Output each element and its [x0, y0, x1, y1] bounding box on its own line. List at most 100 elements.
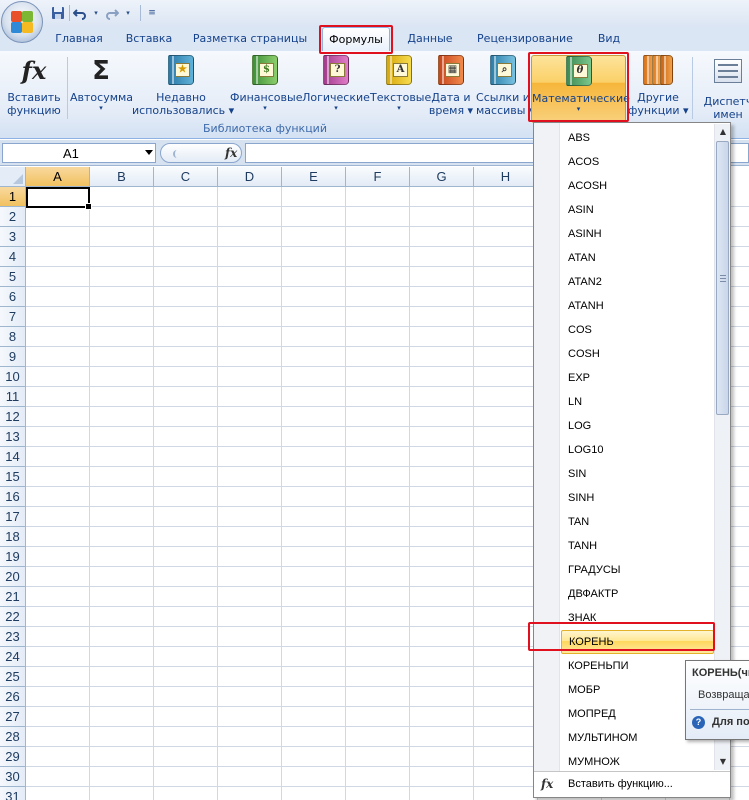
row-header-24[interactable]: 24: [0, 647, 26, 667]
help-icon[interactable]: ?: [692, 716, 705, 729]
row-header-12[interactable]: 12: [0, 407, 26, 427]
autosum-button[interactable]: Σ Автосумма ▾: [70, 55, 133, 123]
menu-item-2[interactable]: ACOSH: [561, 174, 714, 198]
name-manager-button[interactable]: Диспетч имен: [698, 55, 749, 123]
menu-item-15[interactable]: SINH: [561, 486, 714, 510]
select-all-corner[interactable]: [0, 167, 26, 187]
row-header-20[interactable]: 20: [0, 567, 26, 587]
lookup-reference-label-1: Ссылки и: [476, 91, 530, 104]
row-header-10[interactable]: 10: [0, 367, 26, 387]
menu-item-3[interactable]: ASIN: [561, 198, 714, 222]
menu-item-4[interactable]: ASINH: [561, 222, 714, 246]
tab-data[interactable]: Данные: [398, 27, 462, 51]
column-header-h[interactable]: H: [474, 167, 538, 187]
tooltip-help-link[interactable]: Для по: [712, 716, 749, 728]
row-header-16[interactable]: 16: [0, 487, 26, 507]
scroll-down-icon[interactable]: ▼: [715, 754, 731, 770]
column-header-a[interactable]: A: [26, 167, 90, 187]
tab-review[interactable]: Рецензирование: [468, 27, 582, 51]
row-header-21[interactable]: 21: [0, 587, 26, 607]
menu-item-7[interactable]: ATANH: [561, 294, 714, 318]
row-header-17[interactable]: 17: [0, 507, 26, 527]
column-header-f[interactable]: F: [346, 167, 410, 187]
row-header-11[interactable]: 11: [0, 387, 26, 407]
row-header-25[interactable]: 25: [0, 667, 26, 687]
menu-item-10[interactable]: EXP: [561, 366, 714, 390]
row-header-9[interactable]: 9: [0, 347, 26, 367]
row-header-18[interactable]: 18: [0, 527, 26, 547]
menu-item-11[interactable]: LN: [561, 390, 714, 414]
row-header-31[interactable]: 31: [0, 787, 26, 800]
active-cell-a1[interactable]: [26, 187, 92, 210]
row-header-19[interactable]: 19: [0, 547, 26, 567]
logical-button[interactable]: ? Логические ▾: [302, 55, 370, 123]
customize-qa-icon[interactable]: ≡: [144, 5, 160, 21]
menu-item-18[interactable]: ГРАДУСЫ: [561, 558, 714, 582]
menu-item-1[interactable]: ACOS: [561, 150, 714, 174]
row-header-26[interactable]: 26: [0, 687, 26, 707]
column-header-c[interactable]: C: [154, 167, 218, 187]
date-time-button[interactable]: ▦ Дата и время ▾: [428, 55, 474, 123]
row-header-8[interactable]: 8: [0, 327, 26, 347]
insert-function-button[interactable]: fx Вставить функцию: [4, 55, 64, 123]
text-button[interactable]: A Текстовые ▾: [370, 55, 431, 123]
column-header-d[interactable]: D: [218, 167, 282, 187]
row-header-14[interactable]: 14: [0, 447, 26, 467]
redo-icon[interactable]: [104, 5, 120, 21]
row-header-7[interactable]: 7: [0, 307, 26, 327]
row-header-22[interactable]: 22: [0, 607, 26, 627]
name-box[interactable]: A1: [2, 143, 156, 163]
office-button[interactable]: [1, 1, 43, 43]
redo-dropdown-icon[interactable]: ▾: [120, 5, 136, 21]
math-trig-button[interactable]: θ Математические ▾: [531, 55, 630, 123]
row-header-6[interactable]: 6: [0, 287, 26, 307]
tab-view[interactable]: Вид: [586, 27, 632, 51]
recently-used-button[interactable]: ★ Недавно использовались ▾: [132, 55, 234, 123]
insert-function-fx-icon[interactable]: fx: [225, 146, 237, 160]
tab-formulas[interactable]: Формулы: [322, 27, 390, 51]
tab-page-layout[interactable]: Разметка страницы: [188, 27, 312, 51]
lookup-reference-button[interactable]: ⌕ Ссылки и массивы ▾: [476, 55, 534, 123]
expand-grip-icon[interactable]: [173, 150, 181, 158]
row-header-28[interactable]: 28: [0, 727, 26, 747]
scroll-thumb[interactable]: [716, 141, 729, 415]
menu-item-13[interactable]: LOG10: [561, 438, 714, 462]
menu-item-21[interactable]: КОРЕНЬ: [561, 630, 714, 654]
menu-item-12[interactable]: LOG: [561, 414, 714, 438]
name-box-dropdown-icon[interactable]: [145, 150, 153, 155]
insert-function-menu-item[interactable]: fx Вставить функцию...: [534, 771, 730, 797]
row-header-30[interactable]: 30: [0, 767, 26, 787]
more-functions-button[interactable]: Другие функции ▾: [628, 55, 689, 123]
undo-icon[interactable]: [72, 5, 88, 21]
menu-item-6[interactable]: ATAN2: [561, 270, 714, 294]
menu-item-19[interactable]: ДВФАКТР: [561, 582, 714, 606]
row-header-15[interactable]: 15: [0, 467, 26, 487]
row-header-1[interactable]: 1: [0, 187, 26, 207]
column-header-g[interactable]: G: [410, 167, 474, 187]
row-header-23[interactable]: 23: [0, 627, 26, 647]
row-header-2[interactable]: 2: [0, 207, 26, 227]
scroll-up-icon[interactable]: ▲: [715, 124, 731, 140]
menu-item-8[interactable]: COS: [561, 318, 714, 342]
row-header-4[interactable]: 4: [0, 247, 26, 267]
menu-item-20[interactable]: ЗНАК: [561, 606, 714, 630]
save-icon[interactable]: [50, 5, 66, 21]
menu-item-0[interactable]: ABS: [561, 126, 714, 150]
menu-item-17[interactable]: TANH: [561, 534, 714, 558]
menu-item-9[interactable]: COSH: [561, 342, 714, 366]
menu-item-5[interactable]: ATAN: [561, 246, 714, 270]
row-header-29[interactable]: 29: [0, 747, 26, 767]
row-header-27[interactable]: 27: [0, 707, 26, 727]
row-header-3[interactable]: 3: [0, 227, 26, 247]
tab-home[interactable]: Главная: [46, 27, 112, 51]
row-header-5[interactable]: 5: [0, 267, 26, 287]
undo-dropdown-icon[interactable]: ▾: [88, 5, 104, 21]
menu-item-14[interactable]: SIN: [561, 462, 714, 486]
row-header-13[interactable]: 13: [0, 427, 26, 447]
column-header-e[interactable]: E: [282, 167, 346, 187]
tab-insert[interactable]: Вставка: [114, 27, 184, 51]
fx-icon: fx: [21, 56, 47, 85]
menu-item-16[interactable]: TAN: [561, 510, 714, 534]
financial-button[interactable]: $ Финансовые ▾: [230, 55, 302, 123]
column-header-b[interactable]: B: [90, 167, 154, 187]
